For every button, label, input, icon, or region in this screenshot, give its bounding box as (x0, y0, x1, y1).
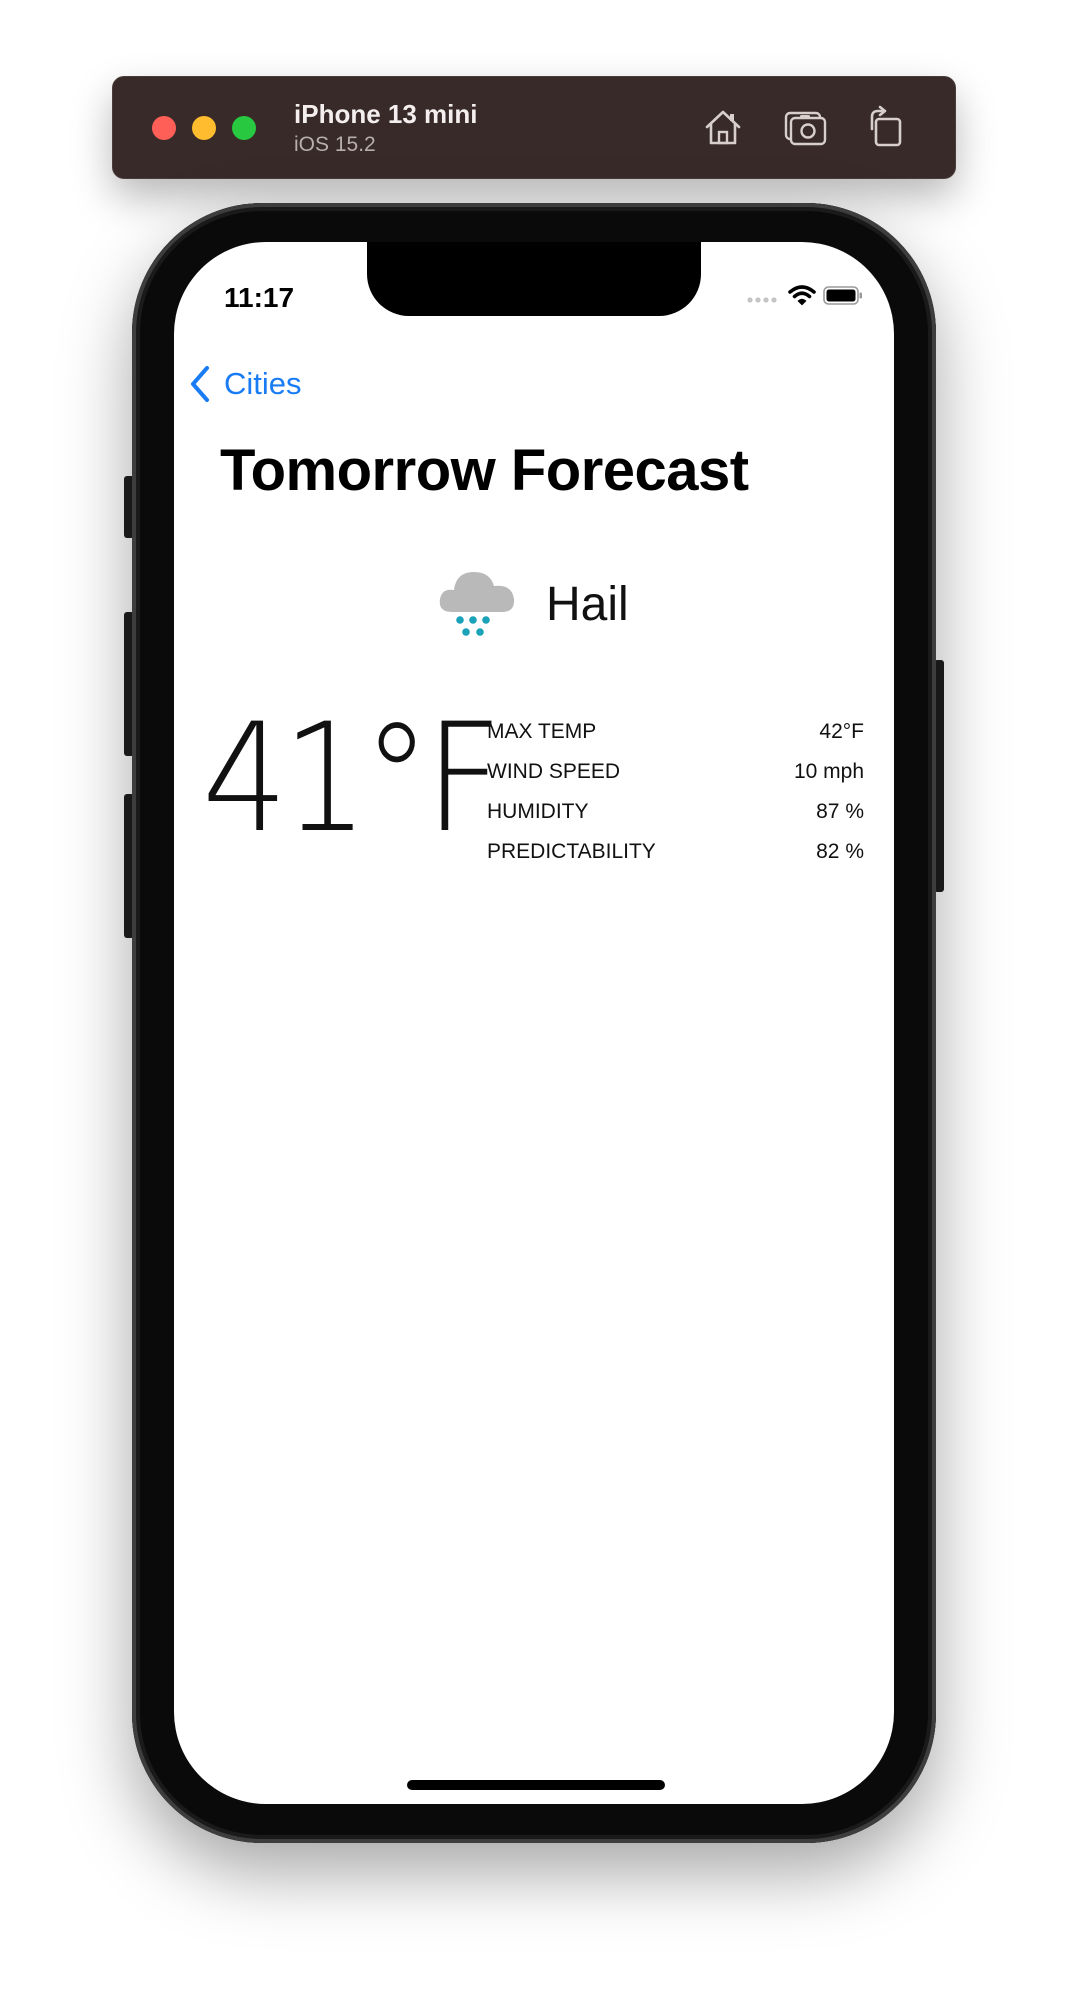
weather-condition: Hail (436, 554, 629, 654)
stat-max-temp: MAX TEMP 42°F (487, 712, 864, 752)
status-icons (744, 282, 864, 312)
back-button-label: Cities (224, 366, 302, 401)
weather-stats: MAX TEMP 42°F WIND SPEED 10 mph HUMIDITY… (487, 712, 864, 872)
stat-predictability: PREDICTABILITY 82 % (487, 832, 864, 872)
home-icon (705, 110, 741, 145)
stat-value: 42°F (819, 720, 864, 743)
stat-label: WIND SPEED (487, 760, 621, 783)
chevron-left-icon (191, 366, 209, 402)
current-temperature: 41°F (202, 692, 503, 866)
stat-value: 82 % (816, 840, 864, 863)
status-time: 11:17 (224, 282, 295, 313)
home-button[interactable] (699, 103, 747, 151)
phone-screen: 11:17 Cities Tomorrow Forecast Hail 41°F… (174, 242, 894, 1804)
home-indicator[interactable] (407, 1780, 665, 1790)
page-title: Tomorrow Forecast (220, 438, 749, 503)
simulator-toolbar: iPhone 13 mini iOS 15.2 (112, 76, 956, 179)
battery-icon (823, 286, 862, 305)
stat-label: MAX TEMP (487, 720, 597, 743)
screenshot-icon (784, 111, 827, 146)
close-window-button[interactable] (152, 116, 176, 140)
stat-value: 10 mph (793, 760, 864, 783)
minimize-window-button[interactable] (192, 116, 216, 140)
stat-wind-speed: WIND SPEED 10 mph (487, 752, 864, 792)
cellular-icon (747, 297, 777, 303)
stat-label: PREDICTABILITY (487, 840, 656, 863)
device-os-version: iOS 15.2 (294, 133, 376, 156)
screenshot-button[interactable] (781, 103, 829, 151)
condition-label: Hail (546, 577, 629, 631)
hail-cloud-icon (439, 572, 515, 636)
zoom-window-button[interactable] (232, 116, 256, 140)
device-name: iPhone 13 mini (294, 99, 478, 129)
stat-value: 87 % (816, 800, 864, 823)
rotate-button[interactable] (862, 103, 910, 151)
back-button[interactable]: Cities (188, 359, 302, 409)
wifi-icon (788, 285, 816, 306)
rotate-icon (870, 105, 902, 147)
stat-humidity: HUMIDITY 87 % (487, 792, 864, 832)
stat-label: HUMIDITY (487, 800, 589, 823)
notch (367, 242, 701, 316)
